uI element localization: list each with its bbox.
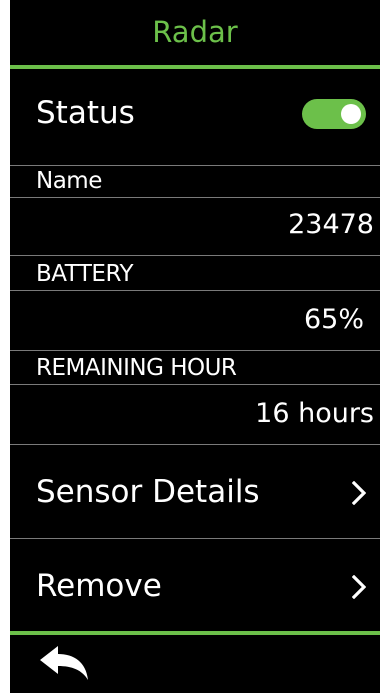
remove-item[interactable]: Remove — [10, 539, 380, 631]
battery-label: BATTERY — [36, 261, 134, 287]
remaining-hour-label: REMAINING HOUR — [36, 355, 237, 381]
footer-divider — [10, 631, 380, 635]
page-title: Radar — [152, 15, 238, 49]
header-divider — [10, 65, 380, 69]
divider — [10, 165, 380, 166]
toggle-knob — [341, 104, 361, 124]
sensor-details-label: Sensor Details — [36, 474, 260, 510]
chevron-right-icon — [352, 481, 366, 505]
battery-value: 65% — [303, 304, 364, 335]
status-toggle[interactable] — [302, 99, 366, 129]
divider — [10, 255, 380, 256]
name-label: Name — [36, 168, 102, 194]
divider — [10, 384, 380, 385]
chevron-right-icon — [352, 575, 366, 599]
divider — [10, 197, 380, 198]
remove-label: Remove — [36, 568, 162, 604]
divider — [10, 290, 380, 291]
remaining-hour-value: 16 hours — [255, 398, 374, 429]
name-value: 23478 — [288, 209, 374, 240]
sensor-details-item[interactable]: Sensor Details — [10, 445, 380, 537]
header: Radar — [10, 0, 380, 66]
device-screen: Radar Status Name 23478 BATTERY 65% REMA… — [10, 0, 380, 693]
status-label: Status — [36, 95, 135, 131]
back-arrow-icon[interactable] — [40, 646, 90, 688]
divider — [10, 350, 380, 351]
